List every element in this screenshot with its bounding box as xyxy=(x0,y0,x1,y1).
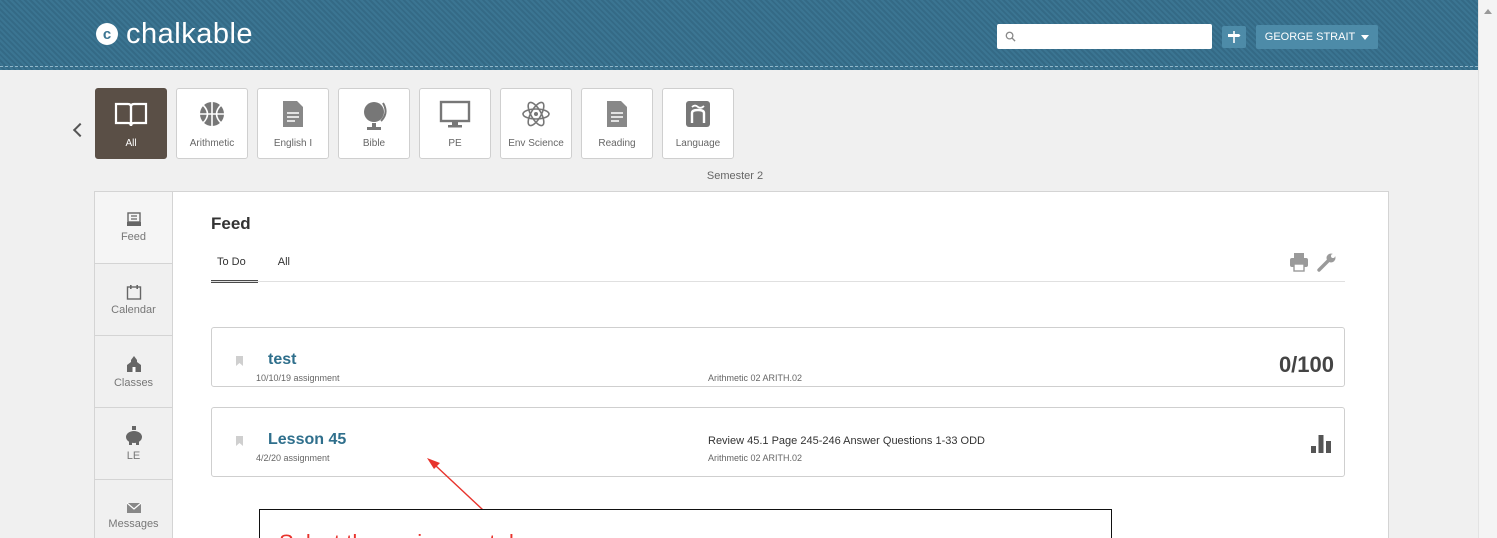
page-title: Feed xyxy=(211,214,251,233)
feed-item-class: Arithmetic 02 ARITH.02 xyxy=(708,453,803,463)
search-input[interactable] xyxy=(1022,26,1212,47)
bar-chart-icon[interactable] xyxy=(1310,435,1332,453)
class-tile-reading[interactable]: Reading xyxy=(581,88,653,159)
class-tile-label: Reading xyxy=(598,138,636,149)
page-scrollbar[interactable] xyxy=(1478,0,1497,538)
class-tile-pe[interactable]: PE xyxy=(419,88,491,159)
feed-item-title[interactable]: test xyxy=(268,351,296,369)
class-tile-label: All xyxy=(125,138,137,149)
inbox-icon xyxy=(126,212,141,226)
user-menu-button[interactable]: GEORGE STRAIT xyxy=(1256,25,1378,49)
feed-item-description: Review 45.1 Page 245-246 Answer Question… xyxy=(708,435,985,447)
class-tile-label: Language xyxy=(675,138,721,149)
feed-item-test[interactable]: test 10/10/19 assignment Arithmetic 02 A… xyxy=(211,327,1345,387)
feed-item-score: 0/100 xyxy=(1278,352,1334,377)
feed-tabs: To Do All xyxy=(211,250,310,283)
class-tile-arithmetic[interactable]: Arithmetic xyxy=(176,88,248,159)
class-tile-label: PE xyxy=(448,138,462,149)
piggy-bank-icon xyxy=(125,425,142,445)
atom-icon xyxy=(522,101,550,127)
feed-tools xyxy=(1289,252,1337,272)
sidenav-label: Classes xyxy=(113,376,154,389)
bookmark-icon[interactable] xyxy=(236,356,243,366)
globe-icon xyxy=(364,102,387,130)
search-icon xyxy=(1005,31,1016,42)
chevron-left-icon[interactable] xyxy=(72,122,88,138)
document-icon xyxy=(607,101,627,127)
sidenav-item-classes[interactable]: Classes xyxy=(95,336,172,408)
side-nav: Feed Calendar Classes LE Messages xyxy=(95,192,173,538)
class-tile-label: Bible xyxy=(362,138,386,149)
signpost-button[interactable] xyxy=(1222,26,1246,48)
tab-to-do[interactable]: To Do xyxy=(211,250,258,283)
basketball-icon xyxy=(200,102,224,126)
class-tile-env-science[interactable]: Env Science xyxy=(500,88,572,159)
semester-label: Semester 2 xyxy=(706,170,764,182)
class-tile-language[interactable]: Language xyxy=(662,88,734,159)
tabs-divider xyxy=(211,281,1345,282)
feed-item-class: Arithmetic 02 ARITH.02 xyxy=(708,373,803,383)
class-tile-label: Arithmetic xyxy=(189,138,235,149)
class-tile-bible[interactable]: Bible xyxy=(338,88,410,159)
caret-down-icon xyxy=(1361,34,1370,40)
document-icon xyxy=(283,101,303,127)
class-tile-label: Env Science xyxy=(508,138,564,149)
search-box[interactable] xyxy=(997,24,1212,49)
sidenav-label: Messages xyxy=(108,517,159,530)
header-divider xyxy=(0,66,1478,67)
sidenav-item-calendar[interactable]: Calendar xyxy=(95,264,172,336)
sidenav-item-le[interactable]: LE xyxy=(95,408,172,480)
monitor-icon xyxy=(439,100,471,128)
schoolhouse-icon xyxy=(126,355,141,372)
sidenav-item-feed[interactable]: Feed xyxy=(95,192,172,264)
main-panel: Feed Calendar Classes LE Messages Feed T… xyxy=(94,191,1389,538)
class-tile-label: English I xyxy=(273,138,313,149)
feed-item-title[interactable]: Lesson 45 xyxy=(268,431,346,449)
sidenav-item-messages[interactable]: Messages xyxy=(95,480,172,538)
annotation-text: Select the assignment due xyxy=(279,530,538,538)
signpost-icon xyxy=(1228,31,1241,43)
calendar-icon xyxy=(126,284,141,300)
class-tile-all[interactable]: All xyxy=(95,88,167,159)
sidenav-label: Calendar xyxy=(111,303,156,316)
feed-item-meta: 4/2/20 assignment xyxy=(256,453,330,463)
open-book-icon xyxy=(114,102,148,127)
feed-item-meta: 10/10/19 assignment xyxy=(256,373,340,383)
scroll-up-arrow-icon[interactable] xyxy=(1484,9,1492,14)
top-header: c chalkable GEORGE STRAIT xyxy=(0,0,1478,70)
sidenav-label: LE xyxy=(126,449,141,462)
annotation-callout: Select the assignment due xyxy=(259,509,1112,538)
envelope-icon xyxy=(126,502,141,513)
bookmark-icon[interactable] xyxy=(236,436,243,446)
logo-mark: c xyxy=(96,23,118,45)
feed-item-lesson-45[interactable]: Lesson 45 4/2/20 assignment Review 45.1 … xyxy=(211,407,1345,477)
logo[interactable]: c chalkable xyxy=(96,19,253,49)
logo-text: chalkable xyxy=(126,18,254,50)
wrench-icon[interactable] xyxy=(1317,252,1337,272)
n-tilde-icon xyxy=(686,101,710,127)
class-tile-english-i[interactable]: English I xyxy=(257,88,329,159)
printer-icon[interactable] xyxy=(1289,252,1309,272)
user-name: GEORGE STRAIT xyxy=(1264,31,1356,43)
sidenav-label: Feed xyxy=(120,231,147,243)
tab-all[interactable]: All xyxy=(272,250,296,283)
